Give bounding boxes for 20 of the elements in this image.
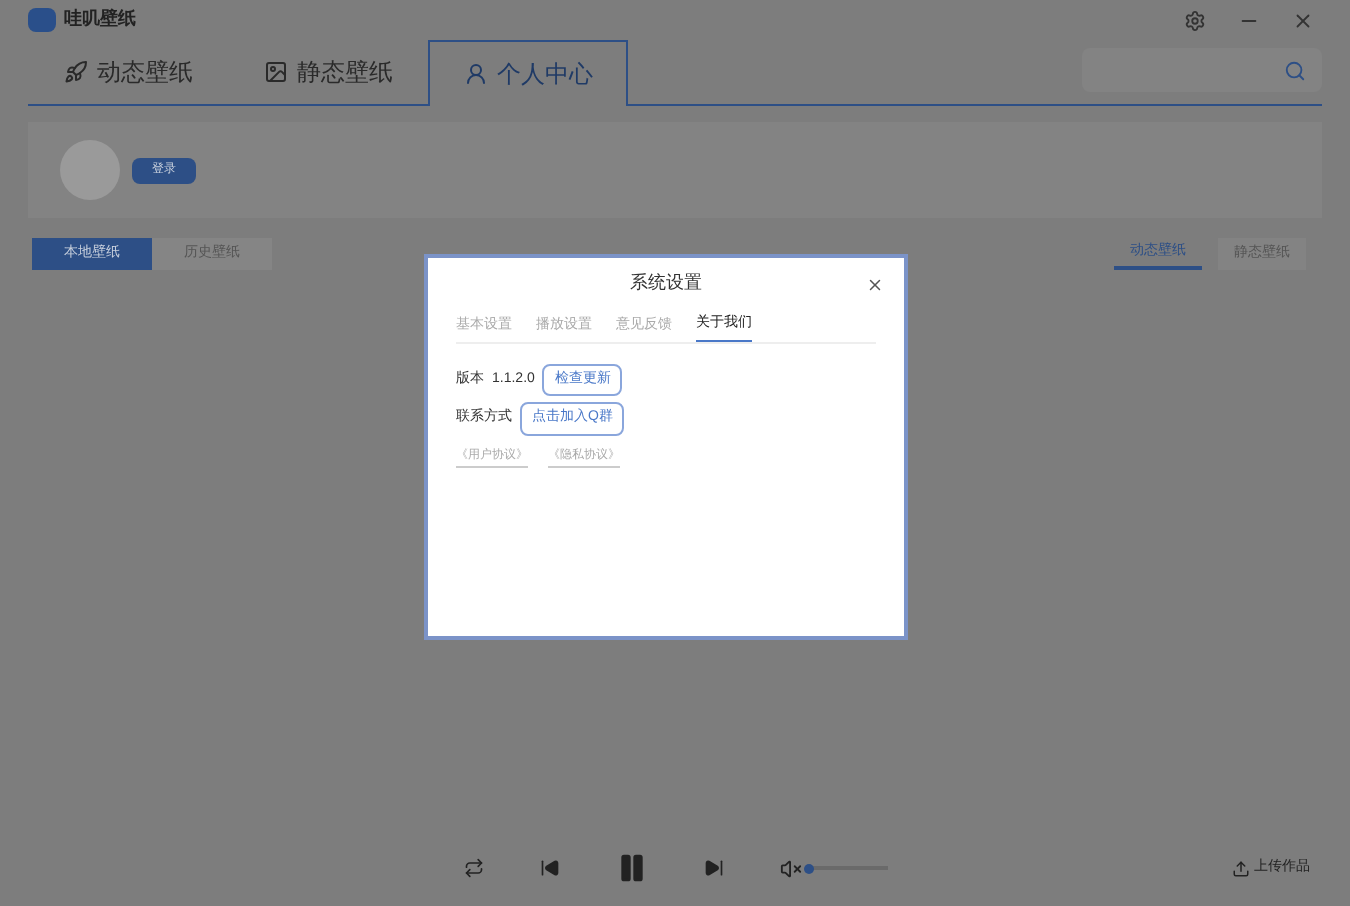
window-title: 哇叽壁纸 [64,6,136,33]
pause-icon[interactable] [615,852,647,884]
close-icon[interactable] [1292,9,1314,31]
main-tab[interactable]: 动态壁纸 [28,38,228,104]
upload-icon [1232,859,1250,877]
search-icon[interactable] [1284,59,1306,81]
search-field[interactable] [1082,48,1322,92]
dialog-title: 系统设置 [630,270,702,297]
volume-icon[interactable] [779,857,801,879]
next-icon[interactable] [703,858,723,878]
close-icon[interactable] [866,275,884,293]
user-icon [463,62,487,86]
previous-icon[interactable] [539,858,559,878]
app-logo-icon [28,8,56,32]
main-tab[interactable]: 个人中心 [428,40,628,106]
rocket-icon [63,59,87,83]
settings-icon[interactable] [1184,9,1206,31]
main-tab[interactable]: 静态壁纸 [228,38,428,104]
image-icon [263,59,287,83]
repeat-icon[interactable] [463,858,483,878]
